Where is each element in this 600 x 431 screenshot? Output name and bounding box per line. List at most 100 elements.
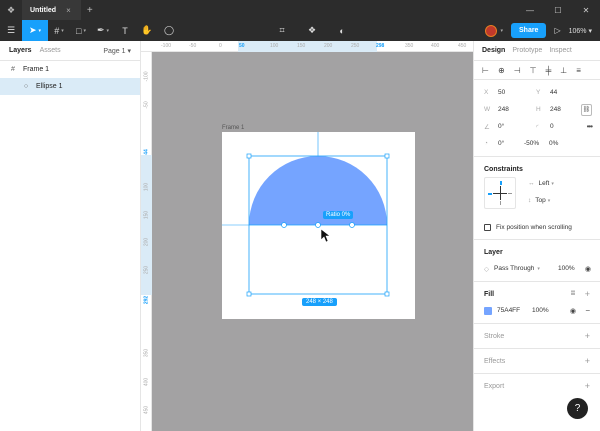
- rotation-icon: ∠: [484, 123, 490, 131]
- y-value: 44: [550, 89, 558, 96]
- layer-item-frame[interactable]: # Frame 1: [0, 61, 140, 78]
- arc-sweep-field[interactable]: -50%: [524, 140, 549, 147]
- export-title: Export: [484, 382, 505, 390]
- hand-tool-button[interactable]: ✋: [136, 20, 158, 41]
- comment-tool-button[interactable]: ◯: [158, 20, 180, 41]
- help-button[interactable]: ?: [567, 398, 588, 419]
- ruler-tick: 100: [270, 43, 279, 49]
- fill-opacity[interactable]: 100%: [532, 307, 549, 314]
- rotation-value: 0°: [498, 122, 505, 130]
- fill-color-swatch[interactable]: [484, 306, 492, 315]
- remove-fill-icon[interactable]: −: [585, 306, 590, 315]
- canvas[interactable]: Frame 1 Ratio 0% 248 × 248: [152, 52, 473, 431]
- move-tool-button[interactable]: ➤ ▾: [22, 20, 48, 41]
- fill-hex-value[interactable]: 75A4FF: [497, 307, 520, 314]
- y-field[interactable]: Y 44: [536, 89, 588, 96]
- fix-position-row[interactable]: Fix position when scrolling: [474, 219, 600, 235]
- minimize-window-icon[interactable]: —: [516, 6, 544, 15]
- ruler-tick: -50: [189, 43, 197, 49]
- user-avatar[interactable]: [485, 24, 498, 37]
- width-field[interactable]: W 248: [484, 106, 536, 113]
- selection-overlay: [222, 132, 390, 297]
- layer-visibility-eye-icon[interactable]: ◉: [585, 265, 591, 273]
- tab-prototype[interactable]: Prototype: [512, 47, 542, 54]
- ruler-tick: 400: [431, 43, 440, 49]
- layer-section: Layer ◇ Pass Through ▾ 100% ◉: [474, 240, 600, 282]
- ratio-handle[interactable]: [315, 222, 321, 228]
- align-top-icon[interactable]: ⊤: [530, 66, 537, 75]
- ellipse-shape[interactable]: [249, 156, 387, 225]
- vertical-constraint-dropdown[interactable]: ↕ Top ▾: [528, 197, 550, 204]
- rotation-field[interactable]: ∠ 0°: [484, 123, 536, 131]
- resize-handle-bottom-right[interactable]: [384, 291, 390, 297]
- arc-handle[interactable]: [349, 222, 355, 228]
- close-tab-icon[interactable]: ×: [66, 6, 71, 15]
- add-effect-icon[interactable]: +: [585, 356, 590, 366]
- align-horizontal-center-icon[interactable]: ⊕: [498, 66, 505, 75]
- tab-layers[interactable]: Layers: [9, 47, 32, 54]
- zoom-dropdown[interactable]: 106% ▾: [569, 27, 592, 35]
- constraints-widget[interactable]: [484, 177, 516, 209]
- avatar-caret-icon[interactable]: ▾: [500, 28, 503, 34]
- resize-handle-bottom-left[interactable]: [246, 291, 252, 297]
- fill-visibility-eye-icon[interactable]: ◉: [570, 307, 576, 315]
- corner-radius-field[interactable]: ◜ 0: [536, 123, 588, 131]
- blend-mode-dropdown[interactable]: Pass Through: [494, 265, 534, 272]
- ruler-top: -100 -50 0 50 100 150 200 250 298 350 40…: [141, 41, 473, 52]
- component-icon[interactable]: ❖: [301, 20, 323, 41]
- w-value: 248: [498, 106, 509, 113]
- frame-tool-button[interactable]: # ▾: [48, 20, 70, 41]
- share-button[interactable]: Share: [511, 23, 547, 38]
- align-bottom-icon[interactable]: ⊥: [560, 66, 567, 75]
- stroke-title: Stroke: [484, 332, 505, 340]
- constrain-proportions-icon[interactable]: ⛓: [581, 103, 592, 116]
- fix-position-checkbox[interactable]: [484, 223, 491, 231]
- ruler-tick: 250: [351, 43, 360, 49]
- arc-ratio-field[interactable]: 0%: [549, 140, 579, 147]
- page-name: Page 1: [103, 47, 126, 55]
- present-play-icon[interactable]: ▷: [554, 26, 560, 35]
- ruler-tick: 50: [239, 43, 245, 49]
- x-field[interactable]: X 50: [484, 89, 536, 96]
- crop-icon[interactable]: ⌗: [271, 20, 293, 41]
- tab-design[interactable]: Design: [482, 47, 505, 54]
- file-tab[interactable]: Untitled ×: [22, 0, 81, 20]
- fill-section: Fill ⁞⁞ + 75A4FF 100% ◉ −: [474, 282, 600, 324]
- style-grid-icon[interactable]: ⁞⁞: [571, 291, 575, 297]
- layer-item-ellipse[interactable]: ○ Ellipse 1: [0, 78, 140, 95]
- tab-inspect[interactable]: Inspect: [549, 47, 572, 54]
- cursor-icon: [320, 228, 331, 243]
- main-menu-icon[interactable]: ☰: [0, 20, 22, 41]
- text-tool-button[interactable]: T: [114, 20, 136, 41]
- distribute-icon[interactable]: ≡: [576, 66, 581, 75]
- effects-title: Effects: [484, 357, 506, 365]
- add-fill-icon[interactable]: +: [585, 289, 590, 299]
- close-window-icon[interactable]: ✕: [572, 6, 600, 15]
- shape-tool-button[interactable]: □ ▾: [70, 20, 92, 41]
- page-dropdown[interactable]: Page 1 ▾: [103, 47, 131, 55]
- new-tab-button[interactable]: +: [81, 5, 99, 16]
- arc-handle[interactable]: [281, 222, 287, 228]
- toolbar: ☰ ➤ ▾ # ▾ □ ▾ ✒ ▾ T ✋ ◯ ⌗ ❖ ◐ ▾ Share ▷ 106%…: [0, 20, 600, 41]
- align-left-icon[interactable]: ⊢: [482, 66, 489, 75]
- maximize-window-icon[interactable]: ☐: [544, 6, 572, 15]
- tab-assets[interactable]: Assets: [40, 47, 61, 54]
- fill-title: Fill: [484, 290, 495, 298]
- align-vertical-center-icon[interactable]: ╪: [546, 66, 552, 75]
- align-right-icon[interactable]: ⊣: [514, 66, 521, 75]
- layer-opacity[interactable]: 100%: [558, 265, 575, 272]
- figma-menu-icon[interactable]: ❖: [0, 0, 22, 20]
- more-options-icon[interactable]: •••: [587, 122, 593, 131]
- horizontal-constraint-dropdown[interactable]: ↔ Left ▾: [528, 180, 554, 187]
- ruler-tick: 350: [405, 43, 414, 49]
- export-section: Export +: [474, 374, 600, 398]
- resize-handle-top-left[interactable]: [246, 153, 252, 159]
- add-export-icon[interactable]: +: [585, 381, 590, 391]
- add-stroke-icon[interactable]: +: [585, 331, 590, 341]
- ruler-tick: 250: [143, 265, 150, 275]
- frame-icon: #: [11, 66, 15, 73]
- arc-start-field[interactable]: ◔ 0°: [484, 140, 524, 147]
- mask-icon[interactable]: ◐: [331, 20, 353, 41]
- resize-handle-top-right[interactable]: [384, 153, 390, 159]
- pen-tool-button[interactable]: ✒ ▾: [92, 20, 114, 41]
